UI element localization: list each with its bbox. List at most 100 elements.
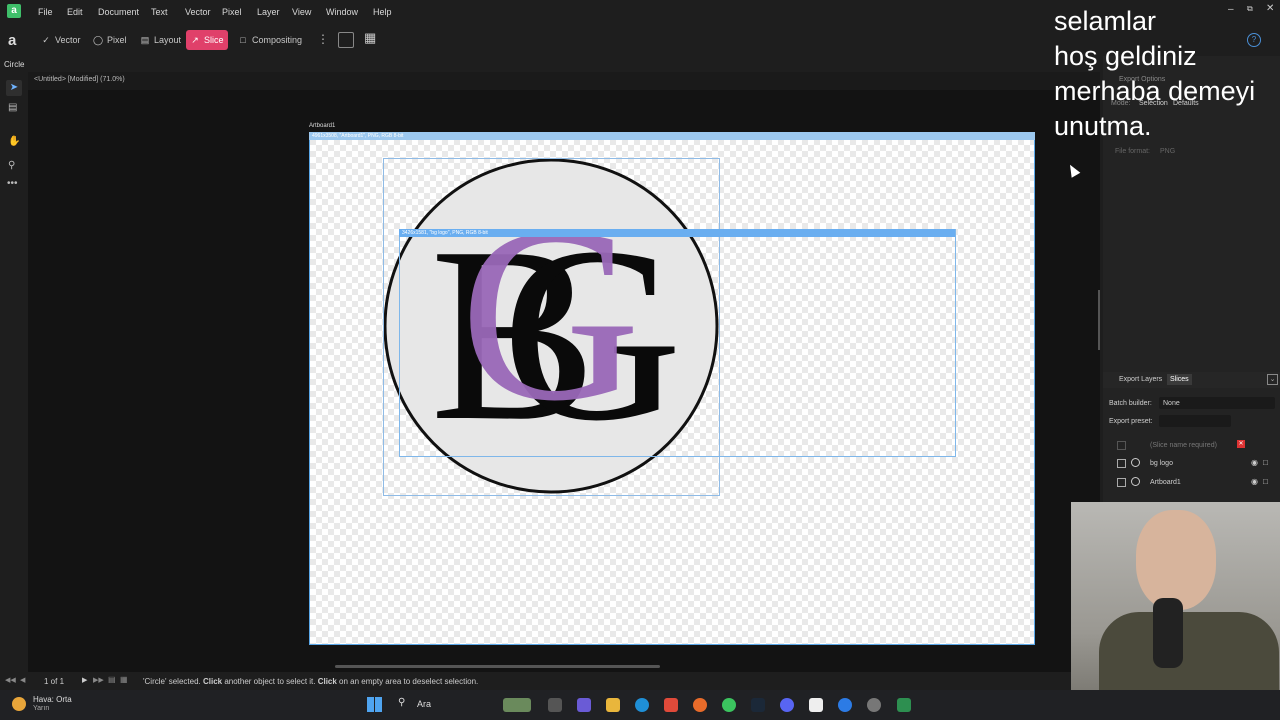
layout-icon: ▤ — [140, 35, 150, 45]
steam-icon[interactable] — [751, 698, 765, 712]
menu-help[interactable]: Help — [373, 7, 392, 17]
menu-view[interactable]: View — [292, 7, 311, 17]
file-format-label: File format: — [1115, 148, 1151, 155]
lock-icon[interactable]: □ — [1263, 477, 1268, 486]
spread-icon[interactable]: ▦ — [120, 675, 128, 684]
pages-icon[interactable]: ▤ — [108, 675, 116, 684]
slice-row[interactable]: bg logo ◉ □ — [1103, 454, 1280, 472]
tools-panel: ➤ ▤ ✋ ⚲ ••• — [0, 72, 28, 672]
slice-export-icon[interactable] — [1131, 477, 1140, 486]
lock-icon[interactable]: □ — [1263, 458, 1268, 467]
browser-icon[interactable] — [838, 698, 852, 712]
menu-layer[interactable]: Layer — [257, 7, 280, 17]
zoom-tool-icon[interactable]: ⚲ — [8, 160, 15, 171]
menu-window[interactable]: Window — [326, 7, 358, 17]
slice-row[interactable]: (Slice name required) ✕ — [1103, 436, 1280, 454]
document-tab[interactable]: <Untitled> [Modified] (71.0%) — [0, 72, 1100, 90]
slice-checkbox-icon[interactable] — [1117, 459, 1126, 468]
caption-line: merhaba demeyi — [1054, 76, 1256, 106]
slice-checkbox-icon[interactable] — [1117, 478, 1126, 487]
search-highlight-icon[interactable] — [503, 698, 531, 712]
persona-vector-button[interactable]: ✓ Vector — [37, 30, 85, 50]
caption-line: selamlar — [1054, 6, 1157, 36]
whatsapp-icon[interactable] — [722, 698, 736, 712]
batch-builder-select[interactable]: None — [1159, 397, 1275, 409]
more-tools-icon[interactable]: ••• — [7, 178, 18, 189]
file-format-select[interactable]: PNG — [1160, 148, 1175, 155]
file-explorer-icon[interactable] — [606, 698, 620, 712]
persona-compositing-button[interactable]: □ Compositing — [234, 30, 306, 50]
brush-icon: ◯ — [93, 35, 104, 45]
persona-slice-button[interactable]: ↗ Slice — [186, 30, 228, 50]
prev-page-icon[interactable]: ◀ — [20, 676, 25, 684]
bg-logo-slice-bar[interactable]: 3426x1581, "bg logo", PNG, RGB 8-bit — [399, 229, 955, 237]
panel-collapse-icon[interactable]: ⌄ — [1267, 374, 1278, 385]
caption-line: unutma. — [1054, 111, 1152, 141]
menu-text[interactable]: Text — [151, 7, 168, 17]
menu-file[interactable]: File — [38, 7, 53, 17]
microphone — [1153, 598, 1183, 668]
first-page-icon[interactable]: ◀◀ — [5, 676, 16, 684]
weather-icon[interactable] — [12, 697, 26, 711]
windows-start-icon[interactable] — [367, 697, 382, 712]
weather-line2: Yarın — [33, 705, 50, 712]
app-logo-icon[interactable]: a — [7, 4, 21, 18]
person-head — [1136, 510, 1216, 610]
search-icon[interactable]: ⚲ — [398, 697, 405, 708]
page-indicator: 1 of 1 — [44, 677, 65, 686]
weather-line1[interactable]: Hava: Orta — [33, 695, 72, 704]
slice-error-icon: ✕ — [1237, 440, 1245, 448]
slice-name: Artboard1 — [1150, 479, 1181, 486]
webcam-overlay — [1071, 502, 1280, 720]
taskbar-search[interactable]: Ara — [417, 699, 431, 709]
last-page-icon[interactable]: ▶▶ — [93, 676, 104, 684]
tab-slices[interactable]: Slices — [1167, 374, 1192, 385]
artboard-label[interactable]: Artboard1 — [309, 123, 335, 129]
move-tool-icon[interactable]: ➤ — [6, 80, 22, 96]
menu-vector[interactable]: Vector — [185, 7, 211, 17]
vertical-scrollbar[interactable] — [1098, 290, 1100, 350]
visibility-eye-icon[interactable]: ◉ — [1251, 458, 1258, 467]
export-panel-tabs: Export Layers Slices ⌄ — [1103, 372, 1280, 388]
overlay-caption: selamlar hoş geldiniz merhaba demeyi unu… — [1054, 4, 1280, 144]
export-preset-select[interactable] — [1159, 415, 1231, 427]
slice-row[interactable]: Artboard1 ◉ □ — [1103, 473, 1280, 491]
next-page-icon[interactable]: ▶ — [82, 676, 87, 684]
export-slice-icon[interactable] — [338, 32, 354, 48]
settings-gear-icon[interactable] — [867, 698, 881, 712]
slice-export-icon[interactable] — [1131, 458, 1140, 467]
export-preset-label: Export preset: — [1109, 418, 1153, 425]
copilot-icon[interactable] — [577, 698, 591, 712]
artboard-slice-info: 4961x3508, "Artboard1", PNG, RGB 8-bit — [312, 133, 404, 139]
persona-pixel-button[interactable]: ◯ Pixel — [89, 30, 131, 50]
more-icon[interactable]: ⋮ — [317, 32, 329, 46]
visibility-eye-icon[interactable]: ◉ — [1251, 477, 1258, 486]
taskbar: Hava: Orta Yarın ⚲ Ara — [0, 690, 1280, 720]
store-icon[interactable] — [664, 698, 678, 712]
status-hint: 'Circle' selected. Click another object … — [143, 677, 479, 686]
menu-edit[interactable]: Edit — [67, 7, 83, 17]
menu-document[interactable]: Document — [98, 7, 139, 17]
edge-icon[interactable] — [635, 698, 649, 712]
horizontal-scrollbar[interactable] — [335, 665, 660, 668]
slice-select-tool-icon[interactable]: ▤ — [8, 102, 17, 113]
artboard-slice-bar[interactable]: 4961x3508, "Artboard1", PNG, RGB 8-bit — [309, 132, 1035, 140]
batch-builder-label: Batch builder: — [1109, 400, 1152, 407]
bg-logo-slice-info: 3426x1581, "bg logo", PNG, RGB 8-bit — [402, 230, 488, 236]
selection-label: Circle — [4, 60, 25, 69]
menu-pixel[interactable]: Pixel — [222, 7, 242, 17]
affinity-designer-taskbar-icon[interactable] — [897, 698, 911, 712]
firefox-icon[interactable] — [693, 698, 707, 712]
slice-name: bg logo — [1150, 460, 1173, 467]
bg-logo-slice-box[interactable] — [399, 229, 956, 457]
app-icon[interactable] — [809, 698, 823, 712]
studio-logo-icon[interactable]: a — [8, 32, 16, 49]
slice-checkbox-icon[interactable] — [1117, 441, 1126, 450]
task-view-icon[interactable] — [548, 698, 562, 712]
discord-icon[interactable] — [780, 698, 794, 712]
hand-tool-icon[interactable]: ✋ — [8, 136, 20, 147]
compositing-icon: □ — [240, 35, 246, 45]
grid-icon[interactable]: ▦ — [364, 30, 376, 46]
persona-layout-button[interactable]: ▤ Layout — [136, 30, 185, 50]
tab-export-layers[interactable]: Export Layers — [1119, 376, 1162, 383]
